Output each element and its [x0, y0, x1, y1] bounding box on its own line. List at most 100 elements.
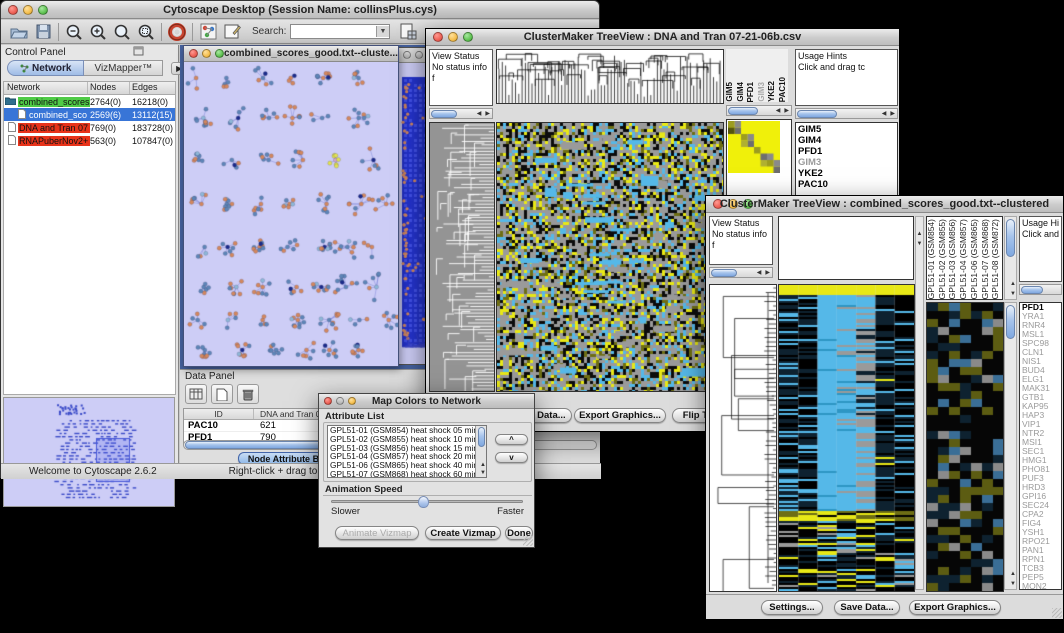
tv2-genes-vscrollbar[interactable]: ▲ ▼ [1004, 302, 1017, 590]
export-graphics-button[interactable]: Export Graphics... [909, 600, 1001, 615]
attribute-list[interactable]: GPL51-01 (GSM854) heat shock 05 minGPL51… [328, 426, 486, 478]
main-titlebar[interactable]: Cytoscape Desktop (Session Name: collins… [1, 1, 599, 19]
annotation-icon[interactable] [220, 21, 244, 43]
tv2-column-dendrogram-area [778, 216, 914, 280]
save-data-button[interactable]: Save Data... [834, 600, 900, 615]
zoom-button[interactable] [215, 49, 224, 58]
network-edges: 183728(0) [132, 123, 175, 133]
network-overview-canvas[interactable] [4, 398, 174, 506]
import-network-icon[interactable] [396, 21, 420, 43]
desktop: Cytoscape Desktop (Session Name: collins… [0, 0, 1064, 633]
search-input[interactable]: ▼ [290, 24, 390, 39]
network-window-1: combined_scores_good.txt--cluste... [183, 45, 399, 367]
network-row[interactable]: combined_sco2569(6)13112(15) [4, 108, 175, 121]
tv2-status-hscrollbar[interactable]: ◀ ▶ [709, 267, 773, 278]
network-nodes: 563(0) [90, 136, 132, 146]
zoom-selected-icon[interactable] [110, 21, 134, 43]
tv1-status-hscrollbar[interactable]: ◀ ▶ [429, 108, 493, 119]
tv1-column-dendrogram[interactable] [496, 49, 724, 104]
tv1-row-dendrogram[interactable] [429, 122, 495, 392]
create-vizmap-button[interactable]: Create Vizmap [425, 526, 501, 540]
vizmapper-icon[interactable] [196, 21, 220, 43]
search-dropdown-arrow[interactable]: ▼ [376, 26, 390, 37]
tv2-zoom-heatmap[interactable] [926, 302, 1004, 592]
tv2-heatmap[interactable] [778, 284, 915, 592]
network-nodes: 769(0) [90, 123, 132, 133]
delete-attribute-icon[interactable] [237, 384, 259, 404]
help-lifering-icon[interactable] [165, 21, 189, 43]
animate-vizmap-button[interactable]: Animate Vizmap [335, 526, 419, 540]
tab-vizmapper[interactable]: VizMapper™ [84, 60, 163, 76]
new-attribute-icon[interactable] [211, 384, 233, 404]
dp-col-id[interactable]: ID [184, 409, 254, 419]
float-panel-icon[interactable] [133, 43, 144, 61]
folder-icon [4, 96, 16, 107]
tv1-zoom-matrix[interactable] [728, 121, 780, 173]
gene-label[interactable]: GIM3 [798, 157, 895, 168]
network-list: combined_scores2764(0)16218(0)combined_s… [4, 95, 175, 147]
gene-label[interactable]: PFD1 [798, 146, 895, 157]
network-edges: 107847(0) [132, 136, 175, 146]
column-label: GIM4 [737, 82, 747, 102]
network-edges: 16218(0) [132, 97, 175, 107]
move-down-button[interactable]: v [495, 452, 528, 463]
tv1-hints-hscrollbar[interactable]: ◀ ▶ [795, 108, 898, 119]
column-label: PAC10 [779, 77, 789, 102]
tv2-row-dendrogram[interactable] [709, 284, 777, 592]
network-row[interactable]: DNA and Tran 07769(0)183728(0) [4, 121, 175, 134]
attribute-item[interactable]: GPL51-07 (GSM868) heat shock 60 min [330, 470, 486, 478]
close-button[interactable] [403, 51, 411, 59]
network-canvas[interactable] [184, 62, 398, 366]
gene-label[interactable]: MON2 [1022, 582, 1061, 590]
zoom-out-icon[interactable] [62, 21, 86, 43]
minimize-button[interactable] [415, 51, 423, 59]
settings-button[interactable]: Settings... [761, 600, 823, 615]
col-network[interactable]: Network [4, 82, 88, 94]
save-icon[interactable] [31, 21, 55, 43]
column-label: GPL51-06 (GSM865) [970, 219, 981, 299]
treeview1-title: ClusterMaker TreeView : DNA and Tran 07-… [426, 31, 899, 43]
document-icon [4, 109, 26, 121]
close-button[interactable] [189, 49, 198, 58]
attribute-table-icon[interactable] [185, 384, 207, 404]
network-window-title: combined_scores_good.txt--cluste... [224, 48, 398, 59]
tv2-labels-vscrollbar[interactable]: ▲ ▼ [1004, 216, 1017, 300]
col-edges[interactable]: Edges [130, 82, 175, 94]
zoom-in-icon[interactable] [86, 21, 110, 43]
tab-network[interactable]: Network [7, 60, 84, 76]
column-label: GIM3 [758, 82, 768, 102]
network-nodes: 2569(6) [90, 110, 132, 120]
document-icon [4, 135, 16, 147]
animation-speed-slider[interactable] [331, 500, 523, 503]
network-name: combined_sco [28, 110, 90, 120]
slower-label: Slower [331, 506, 360, 517]
tv1-usage-hints: Usage HintsClick and drag tc [795, 49, 898, 106]
zoom-fit-icon[interactable] [134, 21, 158, 43]
column-label: PFD1 [747, 82, 757, 102]
gene-label[interactable]: PAC10 [798, 179, 895, 190]
tv2-hints-hscrollbar[interactable] [1019, 284, 1062, 295]
minimize-button[interactable] [202, 49, 211, 58]
gene-label[interactable]: YKE2 [798, 168, 895, 179]
control-panel-title: Control Panel [1, 47, 133, 58]
column-label: GPL51-08 (GSM872) [991, 219, 1002, 299]
col-nodes[interactable]: Nodes [88, 82, 130, 94]
control-panel: Control Panel Network VizMapper™ ▶ Netwo… [1, 45, 179, 463]
move-up-button[interactable]: ^ [495, 434, 528, 445]
attribute-list-vscrollbar[interactable]: ▲ ▼ [475, 426, 486, 477]
tv2-heatmap-vscroll-strip[interactable]: ▲ ▼ [915, 216, 924, 590]
main-window-title: Cytoscape Desktop (Session Name: collins… [1, 4, 599, 16]
slider-thumb[interactable] [418, 496, 429, 508]
export-graphics-button[interactable]: Export Graphics... [574, 408, 666, 423]
search-label: Search: [252, 26, 286, 37]
data-row-id: PAC10 [184, 420, 254, 431]
tv2-gene-list[interactable]: PFD1YRA1RNR4MSL1SPC98CLN1NIS1BUD4ELG1MAK… [1019, 302, 1062, 590]
tv1-heatmap[interactable] [496, 122, 724, 392]
tv1-zoom-hscrollbar[interactable]: ◀ ▶ [726, 105, 792, 116]
network-name: combined_scores [18, 97, 90, 107]
network-row[interactable]: RNAPuberNov2+563(0)107847(0) [4, 134, 175, 147]
network-row[interactable]: combined_scores2764(0)16218(0) [4, 95, 175, 108]
open-file-icon[interactable] [7, 21, 31, 43]
gene-label[interactable]: GIM4 [798, 135, 895, 146]
gene-label[interactable]: GIM5 [798, 124, 895, 135]
